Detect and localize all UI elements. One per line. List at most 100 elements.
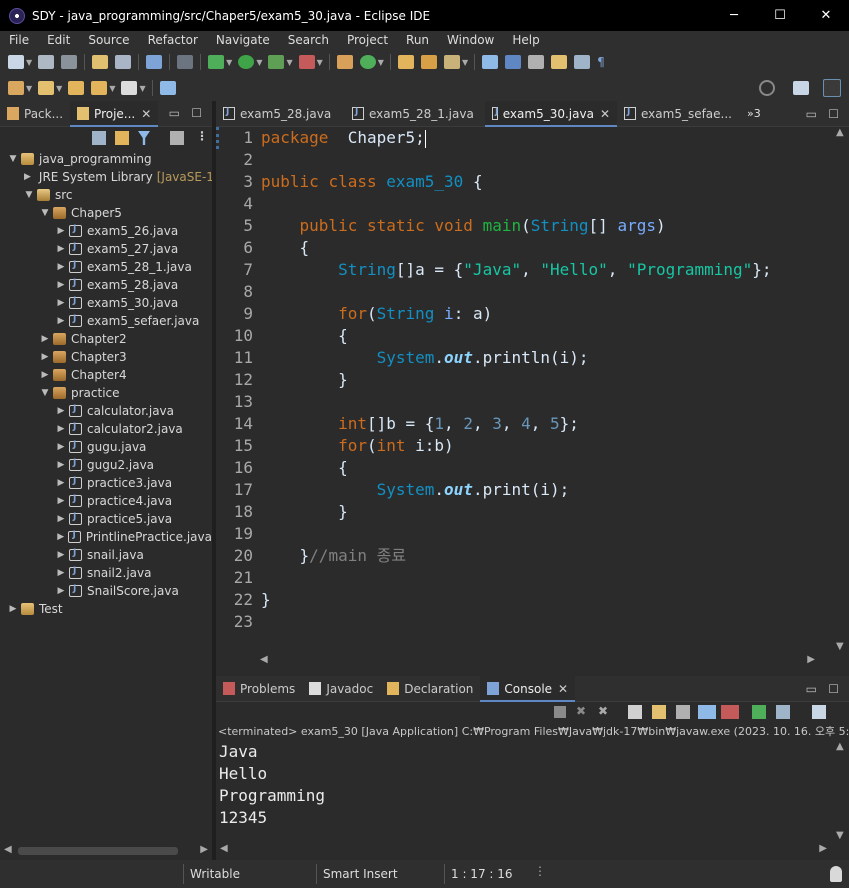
filter-icon[interactable] [138,131,150,145]
redo-icon[interactable] [115,55,132,69]
menu-item-project[interactable]: Project [338,33,397,47]
collapsed-arrow-icon[interactable]: ▶ [56,298,66,308]
tree-item[interactable]: ▶ JRE System Library [JavaSE-1 [0,168,214,186]
collapsed-arrow-icon[interactable]: ▶ [56,262,66,272]
show-console-stderr-icon[interactable] [721,705,739,719]
collapsed-arrow-icon[interactable]: ▶ [56,316,66,326]
menu-item-help[interactable]: Help [503,33,548,47]
annotation-prev-icon[interactable] [574,55,591,69]
previous-annotation-icon[interactable] [38,81,55,95]
tree-item[interactable]: ▶ exam5_28_1.java [0,258,212,276]
external-tools-icon[interactable] [298,55,315,69]
scroll-up-icon[interactable]: ▲ [836,127,844,138]
close-icon[interactable]: ✕ [600,107,610,121]
code-line[interactable]: int[]b = {1, 2, 3, 4, 5}; [261,413,831,435]
tree-item[interactable]: ▼ java_programming [0,150,212,168]
terminal-icon[interactable] [146,55,163,69]
open-task-icon[interactable] [420,55,437,69]
collapsed-arrow-icon[interactable]: ▶ [56,532,65,542]
collapsed-arrow-icon[interactable]: ▶ [56,586,66,596]
debug-dropdown-icon[interactable]: ▼ [226,58,232,67]
show-console-stdout-icon[interactable] [698,705,716,719]
tree-item[interactable]: ▶ practice3.java [0,474,212,492]
menu-item-file[interactable]: File [0,33,38,47]
code-line[interactable] [261,611,831,633]
new-dropdown-icon[interactable]: ▼ [26,58,32,67]
open-perspective-icon[interactable] [793,81,809,95]
collapsed-arrow-icon[interactable]: ▶ [56,550,66,560]
minimize-view-icon[interactable]: ▭ [169,106,180,120]
new-java-package-icon[interactable] [336,55,353,69]
collapsed-arrow-icon[interactable]: ▶ [56,442,66,452]
code-line[interactable]: String[]a = {"Java", "Hello", "Programmi… [261,259,831,281]
java-perspective-icon[interactable] [823,79,841,97]
search-icon[interactable] [759,80,775,96]
code-line[interactable]: } [261,369,831,391]
tree-item[interactable]: ▶ Chapter3 [0,348,212,366]
collapsed-arrow-icon[interactable]: ▶ [56,478,66,488]
collapsed-arrow-icon[interactable]: ▶ [40,352,50,362]
pin-editor-icon[interactable] [159,81,176,95]
tree-item[interactable]: ▼ src [0,186,212,204]
code-editor[interactable]: 1 2 3 4 5 6 7 8 9 10 11 12 13 14 15 16 17 18 19 20 21 22 23 pa… [216,127,833,654]
show-whitespace-icon[interactable]: ¶ [597,55,613,69]
maximize-button[interactable]: ☐ [757,0,803,31]
next-annotation-dropdown-icon[interactable]: ▼ [26,84,32,93]
collapsed-arrow-icon[interactable]: ▶ [8,604,18,614]
menu-item-search[interactable]: Search [279,33,338,47]
collapse-all-icon[interactable] [92,131,106,145]
tree-item[interactable]: ▶ Test [0,600,212,618]
coverage-dropdown-icon[interactable]: ▼ [286,58,292,67]
open-type-icon[interactable] [397,55,414,69]
more-tabs-button[interactable]: »3 [747,107,761,120]
tab-javadoc[interactable]: Javadoc [302,676,380,702]
word-wrap-icon[interactable] [676,705,690,719]
pin-console-icon[interactable] [752,705,766,719]
expanded-arrow-icon[interactable]: ▼ [8,154,18,164]
tree-item[interactable]: ▶ snail.java [0,546,212,564]
code-line[interactable] [261,149,831,171]
code-line[interactable]: public class exam5_30 { [261,171,831,193]
tab-problems[interactable]: Problems [216,676,302,702]
open-console-icon[interactable] [812,705,826,719]
tree-item[interactable]: ▶ SnailScore.java [0,582,212,600]
search-tool-icon[interactable] [443,55,460,69]
scroll-down-icon[interactable]: ▼ [836,641,844,652]
tree-item[interactable]: ▶ gugu.java [0,438,212,456]
maximize-view-icon[interactable]: ☐ [828,107,839,121]
debug-icon[interactable] [208,55,225,69]
tree-item[interactable]: ▶ exam5_28.java [0,276,212,294]
editor-tab[interactable]: exam5_28_1.java [345,101,485,127]
tree-horizontal-scrollbar[interactable]: ◀ ▶ [0,844,212,858]
menu-item-source[interactable]: Source [79,33,138,47]
editor-tab[interactable]: exam5_sefae... [617,101,741,127]
collapsed-arrow-icon[interactable]: ▶ [56,460,66,470]
code-line[interactable]: { [261,457,831,479]
code-line[interactable]: }//main 종료 [261,545,831,567]
menu-item-navigate[interactable]: Navigate [207,33,279,47]
tab-package-explorer[interactable]: Pack... [0,101,70,127]
toggle-mark-occurrences-icon[interactable] [482,55,499,69]
tree-item[interactable]: ▶ exam5_30.java [0,294,212,312]
collapsed-arrow-icon[interactable]: ▶ [56,406,66,416]
annotation-next-icon[interactable] [551,55,568,69]
close-window-button[interactable]: ✕ [803,0,849,31]
code-line[interactable]: for(int i:b) [261,435,831,457]
tree-item[interactable]: ▼ practice [0,384,212,402]
close-icon[interactable]: ✕ [141,107,151,121]
new-icon[interactable] [8,55,24,69]
code-line[interactable]: for(String i: a) [261,303,831,325]
collapsed-arrow-icon[interactable]: ▶ [56,226,66,236]
scroll-lock-icon[interactable] [652,705,666,719]
code-line[interactable]: System.out.println(i); [261,347,831,369]
tree-item[interactable]: ▶ snail2.java [0,564,212,582]
toggle-highlight-icon[interactable] [505,55,522,69]
last-edit-location-icon[interactable] [68,81,85,95]
code-line[interactable] [261,567,831,589]
collapsed-arrow-icon[interactable]: ▶ [56,496,66,506]
tab-console[interactable]: Console ✕ [480,675,576,702]
minimize-view-icon[interactable]: ▭ [806,107,817,121]
tree-item[interactable]: ▶ exam5_sefaer.java [0,312,212,330]
back-icon[interactable] [91,81,108,95]
view-menu-icon[interactable]: ⋮ [196,129,208,143]
